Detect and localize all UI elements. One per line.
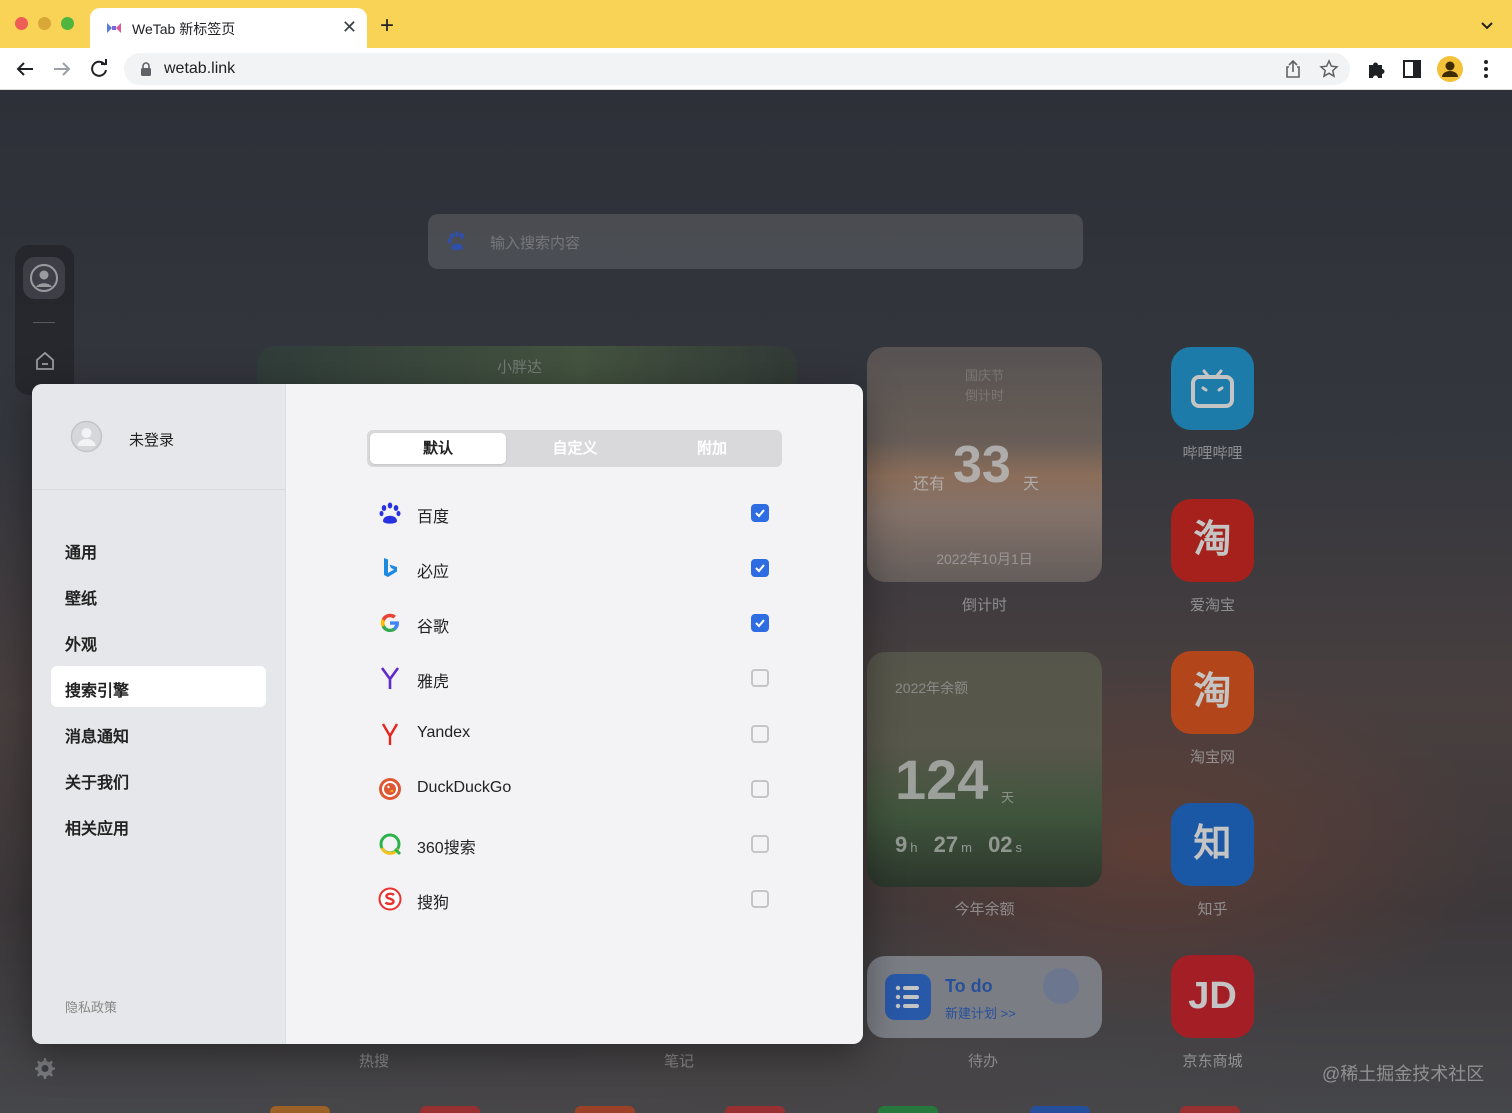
sidebar-item-notifications[interactable]: 消息通知 [51,712,266,753]
baidu-icon [379,502,401,524]
minimize-window-button[interactable] [38,17,51,30]
user-profile-row[interactable]: 未登录 [32,384,286,490]
side-panel-icon[interactable] [1401,58,1423,80]
settings-modal: 未登录 通用 壁纸 外观 搜索引擎 消息通知 关于我们 相关应用 隐私政策 默认… [32,384,863,1044]
sidebar-item-general[interactable]: 通用 [51,528,266,569]
engine-checkbox[interactable] [751,780,769,798]
profile-avatar-icon[interactable] [1437,56,1463,82]
engine-row-yandex[interactable]: Yandex [378,714,773,754]
engine-checkbox[interactable] [751,614,769,632]
engine-name: 360搜索 [417,840,476,857]
yahoo-icon [380,667,400,689]
reload-icon[interactable] [87,57,111,81]
engine-segmented-control: 默认 自定义 附加 [367,430,782,467]
engine-checkbox[interactable] [751,669,769,687]
close-window-button[interactable] [15,17,28,30]
tab-search-chevron-icon[interactable] [1480,18,1494,32]
tab-additional[interactable]: 附加 [644,433,780,464]
engine-row-360[interactable]: 360搜索 [378,824,773,864]
browser-toolbar: wetab.link [0,48,1512,90]
sogou-icon [378,887,402,911]
share-icon[interactable] [1283,59,1303,79]
tab-default[interactable]: 默认 [370,433,506,464]
engine-checkbox[interactable] [751,890,769,908]
sidebar-item-wallpaper[interactable]: 壁纸 [51,574,266,615]
bing-icon [384,558,397,577]
sidebar-item-related-apps[interactable]: 相关应用 [51,804,266,845]
sidebar-item-appearance[interactable]: 外观 [51,620,266,661]
engine-name: DuckDuckGo [417,779,512,796]
duckduckgo-icon [379,778,401,800]
google-icon [380,613,399,632]
close-tab-icon[interactable]: ✕ [342,17,357,37]
sidebar-item-about[interactable]: 关于我们 [51,758,266,799]
wetab-favicon-icon [107,23,121,33]
privacy-policy-link[interactable]: 隐私政策 [65,997,117,1016]
engine-checkbox[interactable] [751,559,769,577]
back-icon[interactable] [13,57,37,81]
sidebar-item-label: 关于我们 [65,775,130,792]
sidebar-item-label: 通用 [65,545,98,562]
sidebar-item-label: 消息通知 [65,729,130,746]
lock-icon[interactable] [140,62,152,76]
yandex-icon [381,723,399,745]
engine-row-bing[interactable]: 必应 [378,548,773,588]
engine-name: 搜狗 [417,895,450,912]
engine-row-duckduckgo[interactable]: DuckDuckGo [378,769,773,809]
tab-title: WeTab 新标签页 [132,21,236,37]
user-avatar-icon[interactable] [70,420,103,453]
engine-row-sogou[interactable]: 搜狗 [378,879,773,919]
engine-name: 雅虎 [417,674,450,691]
browser-menu-icon[interactable] [1483,58,1489,80]
settings-sidebar: 未登录 通用 壁纸 外观 搜索引擎 消息通知 关于我们 相关应用 隐私政策 [32,384,286,1044]
engine-name: 百度 [417,509,450,526]
engine-checkbox[interactable] [751,835,769,853]
new-tab-button[interactable]: + [380,14,394,38]
bookmark-star-icon[interactable] [1319,59,1339,79]
user-name[interactable]: 未登录 [129,429,174,450]
engine-row-yahoo[interactable]: 雅虎 [378,658,773,698]
engine-checkbox[interactable] [751,725,769,743]
browser-tab-active[interactable]: WeTab 新标签页 ✕ [90,8,367,48]
engine-row-google[interactable]: 谷歌 [378,603,773,643]
engine-name: 必应 [417,564,450,581]
forward-icon[interactable] [50,57,74,81]
360-search-icon [379,833,402,856]
engine-checkbox[interactable] [751,504,769,522]
maximize-window-button[interactable] [61,17,74,30]
sidebar-item-label: 搜索引擎 [65,683,130,700]
browser-titlebar: WeTab 新标签页 ✕ + [0,0,1512,48]
sidebar-item-label: 外观 [65,637,98,654]
sidebar-item-label: 相关应用 [65,821,130,838]
engine-name: Yandex [417,724,471,741]
extensions-puzzle-icon[interactable] [1365,58,1387,80]
tab-custom[interactable]: 自定义 [507,433,643,464]
address-bar[interactable]: wetab.link [124,53,1350,85]
sidebar-item-search-engine[interactable]: 搜索引擎 [51,666,266,707]
sidebar-item-label: 壁纸 [65,591,98,608]
engine-name: 谷歌 [417,619,450,636]
url-text[interactable]: wetab.link [164,60,235,78]
engine-row-baidu[interactable]: 百度 [378,493,773,533]
